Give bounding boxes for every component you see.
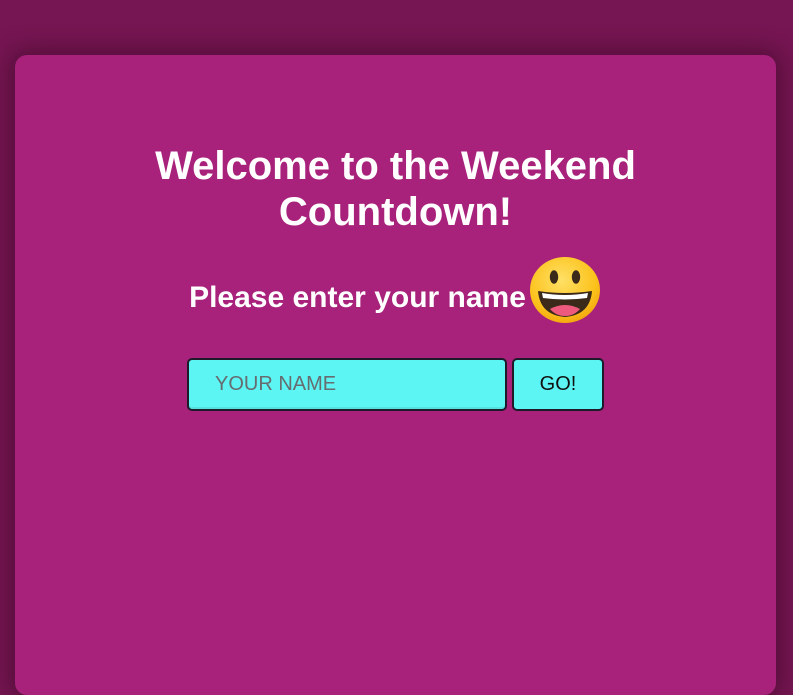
name-prompt-label: Please enter your name <box>189 281 526 314</box>
page-title-line-2: Countdown! <box>278 190 513 234</box>
welcome-card: Welcome to the Weekend Countdown! Please… <box>15 55 776 695</box>
grinning-face-emoji-icon <box>529 257 600 323</box>
go-button[interactable]: GO! <box>512 358 604 411</box>
name-input[interactable] <box>187 358 507 411</box>
name-prompt-row: Please enter your name <box>15 257 776 333</box>
page-title-line-1: Welcome to the Weekend <box>155 144 636 188</box>
page-title: Welcome to the Weekend Countdown! <box>15 143 776 235</box>
